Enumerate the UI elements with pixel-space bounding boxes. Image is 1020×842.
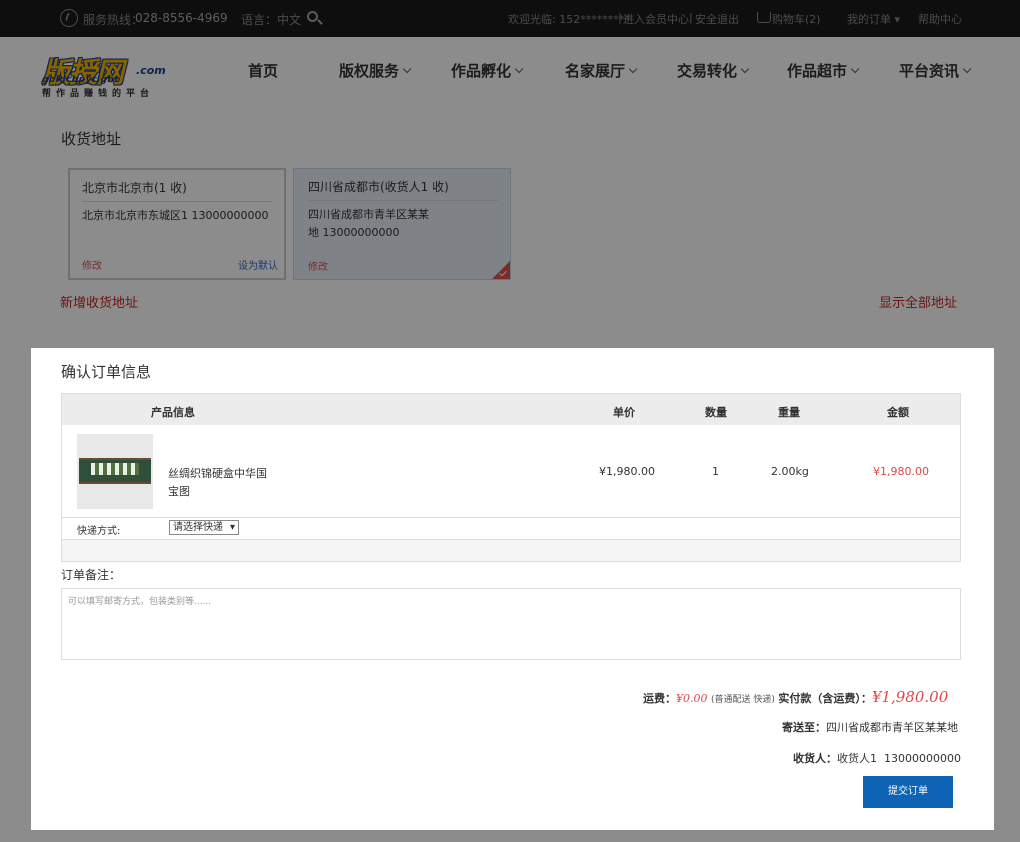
product-amount: ¥1,980.00: [873, 465, 929, 478]
receiver-summary: 收货人：收货人1 13000000000: [793, 752, 961, 765]
dim-overlay: [0, 348, 31, 842]
receiver-name: 收货人1: [837, 752, 877, 765]
remark-textarea[interactable]: 可以填写邮寄方式，包装类别等......: [61, 588, 961, 660]
table-header: 产品信息 单价 数量 重量 金额: [62, 394, 960, 425]
product-weight: 2.00kg: [771, 465, 809, 478]
header-weight: 重量: [778, 406, 800, 419]
dim-overlay: [994, 348, 1020, 842]
dim-overlay: [0, 0, 1020, 348]
order-section: 确认订单信息 产品信息 单价 数量 重量 金额 丝绸织锦硬盒中华国宝图 ¥1,9…: [31, 348, 994, 830]
product-qty: 1: [712, 465, 719, 478]
receiver-phone: 13000000000: [884, 752, 961, 765]
header-price: 单价: [613, 406, 635, 419]
product-price: ¥1,980.00: [599, 465, 655, 478]
dim-overlay: [31, 830, 994, 842]
header-amount: 金额: [887, 406, 909, 419]
order-title: 确认订单信息: [61, 363, 152, 381]
ship-to-address: 四川省成都市青羊区某某地: [826, 721, 958, 734]
total-value: ¥1,980.00: [871, 688, 949, 706]
header-product: 产品信息: [151, 406, 195, 419]
remark-label: 订单备注：: [61, 568, 122, 582]
order-table: 产品信息 单价 数量 重量 金额 丝绸织锦硬盒中华国宝图 ¥1,980.00 1…: [61, 393, 961, 562]
shipping-label: 快递方式:: [77, 526, 121, 537]
freight-value: ¥0.00: [676, 692, 708, 705]
ship-to-summary: 寄送至：四川省成都市青羊区某某地: [782, 721, 958, 734]
product-image[interactable]: [77, 434, 153, 509]
shipping-select[interactable]: 请选择快递: [169, 520, 239, 535]
freight-summary: 运费：¥0.00 (普通配送 快递) 实付款（含运费）：¥1,980.00: [643, 688, 949, 706]
product-name[interactable]: 丝绸织锦硬盒中华国宝图: [168, 465, 268, 501]
submit-order-button[interactable]: 提交订单: [863, 776, 953, 808]
header-qty: 数量: [705, 406, 727, 419]
